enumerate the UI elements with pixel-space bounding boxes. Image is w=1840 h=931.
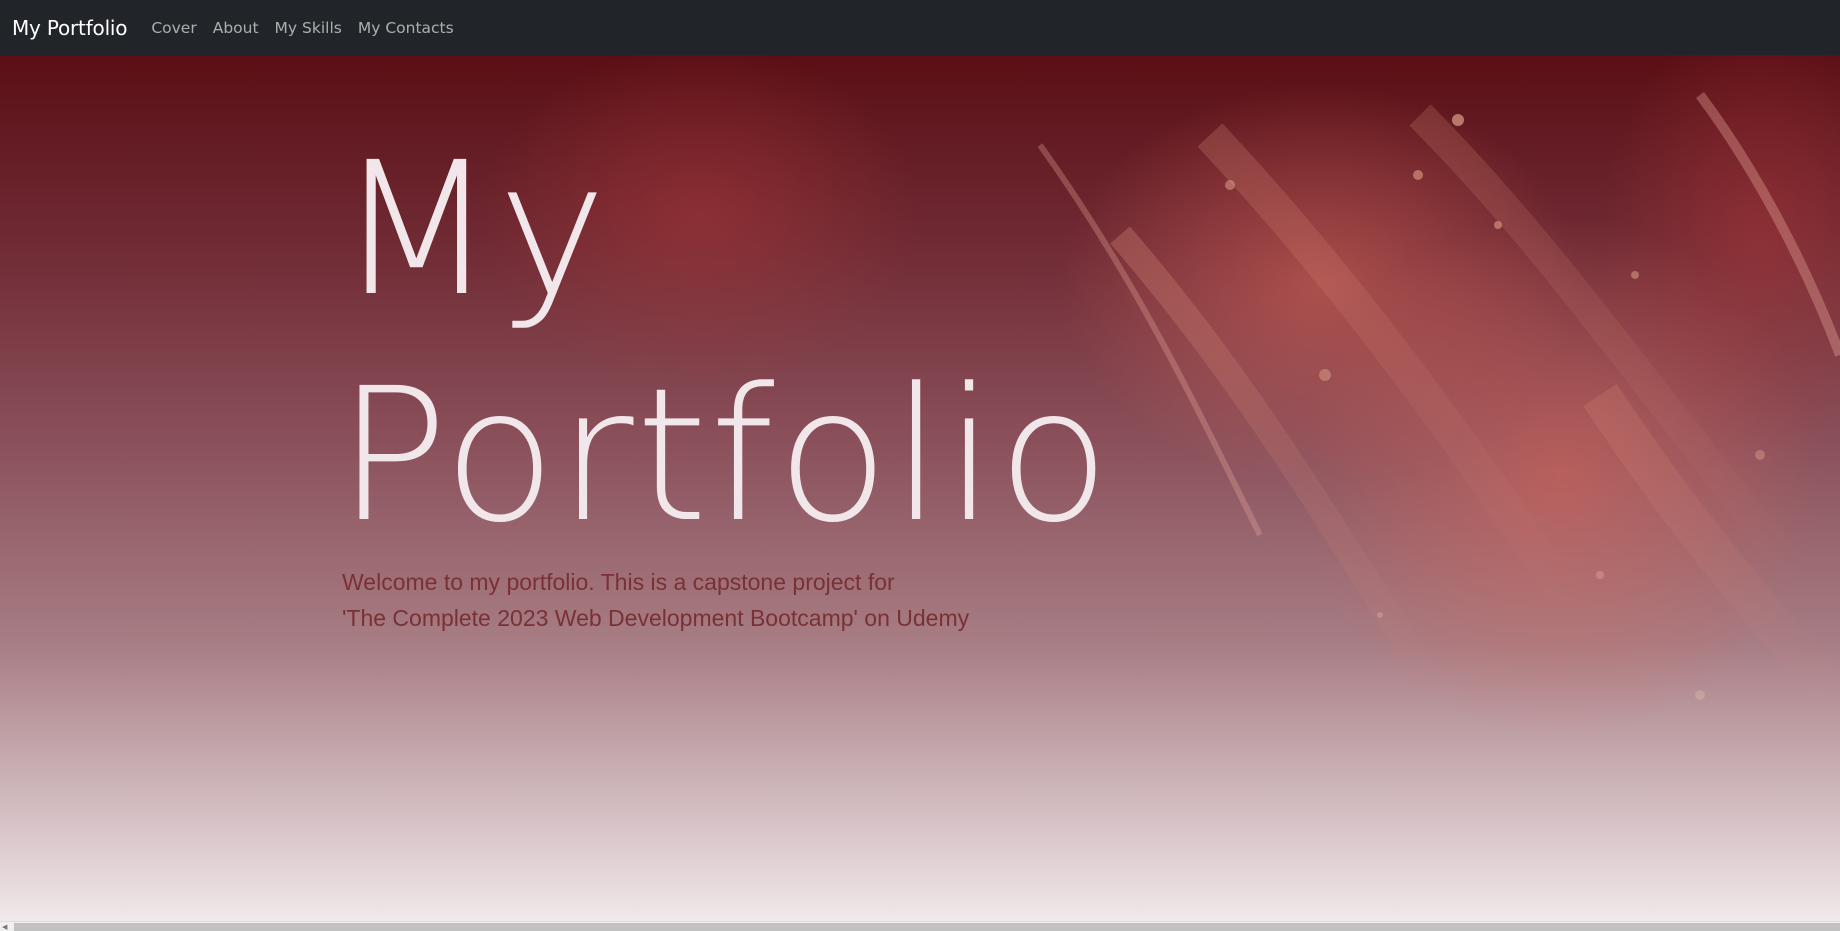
chevron-left-icon[interactable]: ◀ bbox=[2, 923, 12, 931]
nav-link-my-skills[interactable]: My Skills bbox=[275, 13, 342, 43]
hero-description: Welcome to my portfolio. This is a capst… bbox=[342, 564, 1042, 636]
hero-title-line-2: Portfolio bbox=[337, 349, 1112, 563]
nav-link-about[interactable]: About bbox=[213, 13, 259, 43]
hero-description-line-1: Welcome to my portfolio. This is a capst… bbox=[342, 569, 895, 595]
nav-link-my-contacts[interactable]: My Contacts bbox=[358, 13, 454, 43]
brand-link[interactable]: My Portfolio bbox=[12, 16, 128, 40]
scrollbar-thumb[interactable] bbox=[14, 923, 1840, 931]
hero-section: My Portfolio Welcome to my portfolio. Th… bbox=[0, 55, 1840, 921]
hero-description-line-2: 'The Complete 2023 Web Development Bootc… bbox=[342, 605, 970, 631]
horizontal-scrollbar[interactable]: ◀ bbox=[0, 921, 1840, 931]
nav-links: Cover About My Skills My Contacts bbox=[151, 13, 453, 43]
hero-title: My Portfolio bbox=[337, 117, 1112, 569]
nav-link-cover[interactable]: Cover bbox=[151, 13, 196, 43]
top-navbar: My Portfolio Cover About My Skills My Co… bbox=[0, 0, 1840, 55]
hero-title-line-1: My bbox=[337, 123, 609, 337]
